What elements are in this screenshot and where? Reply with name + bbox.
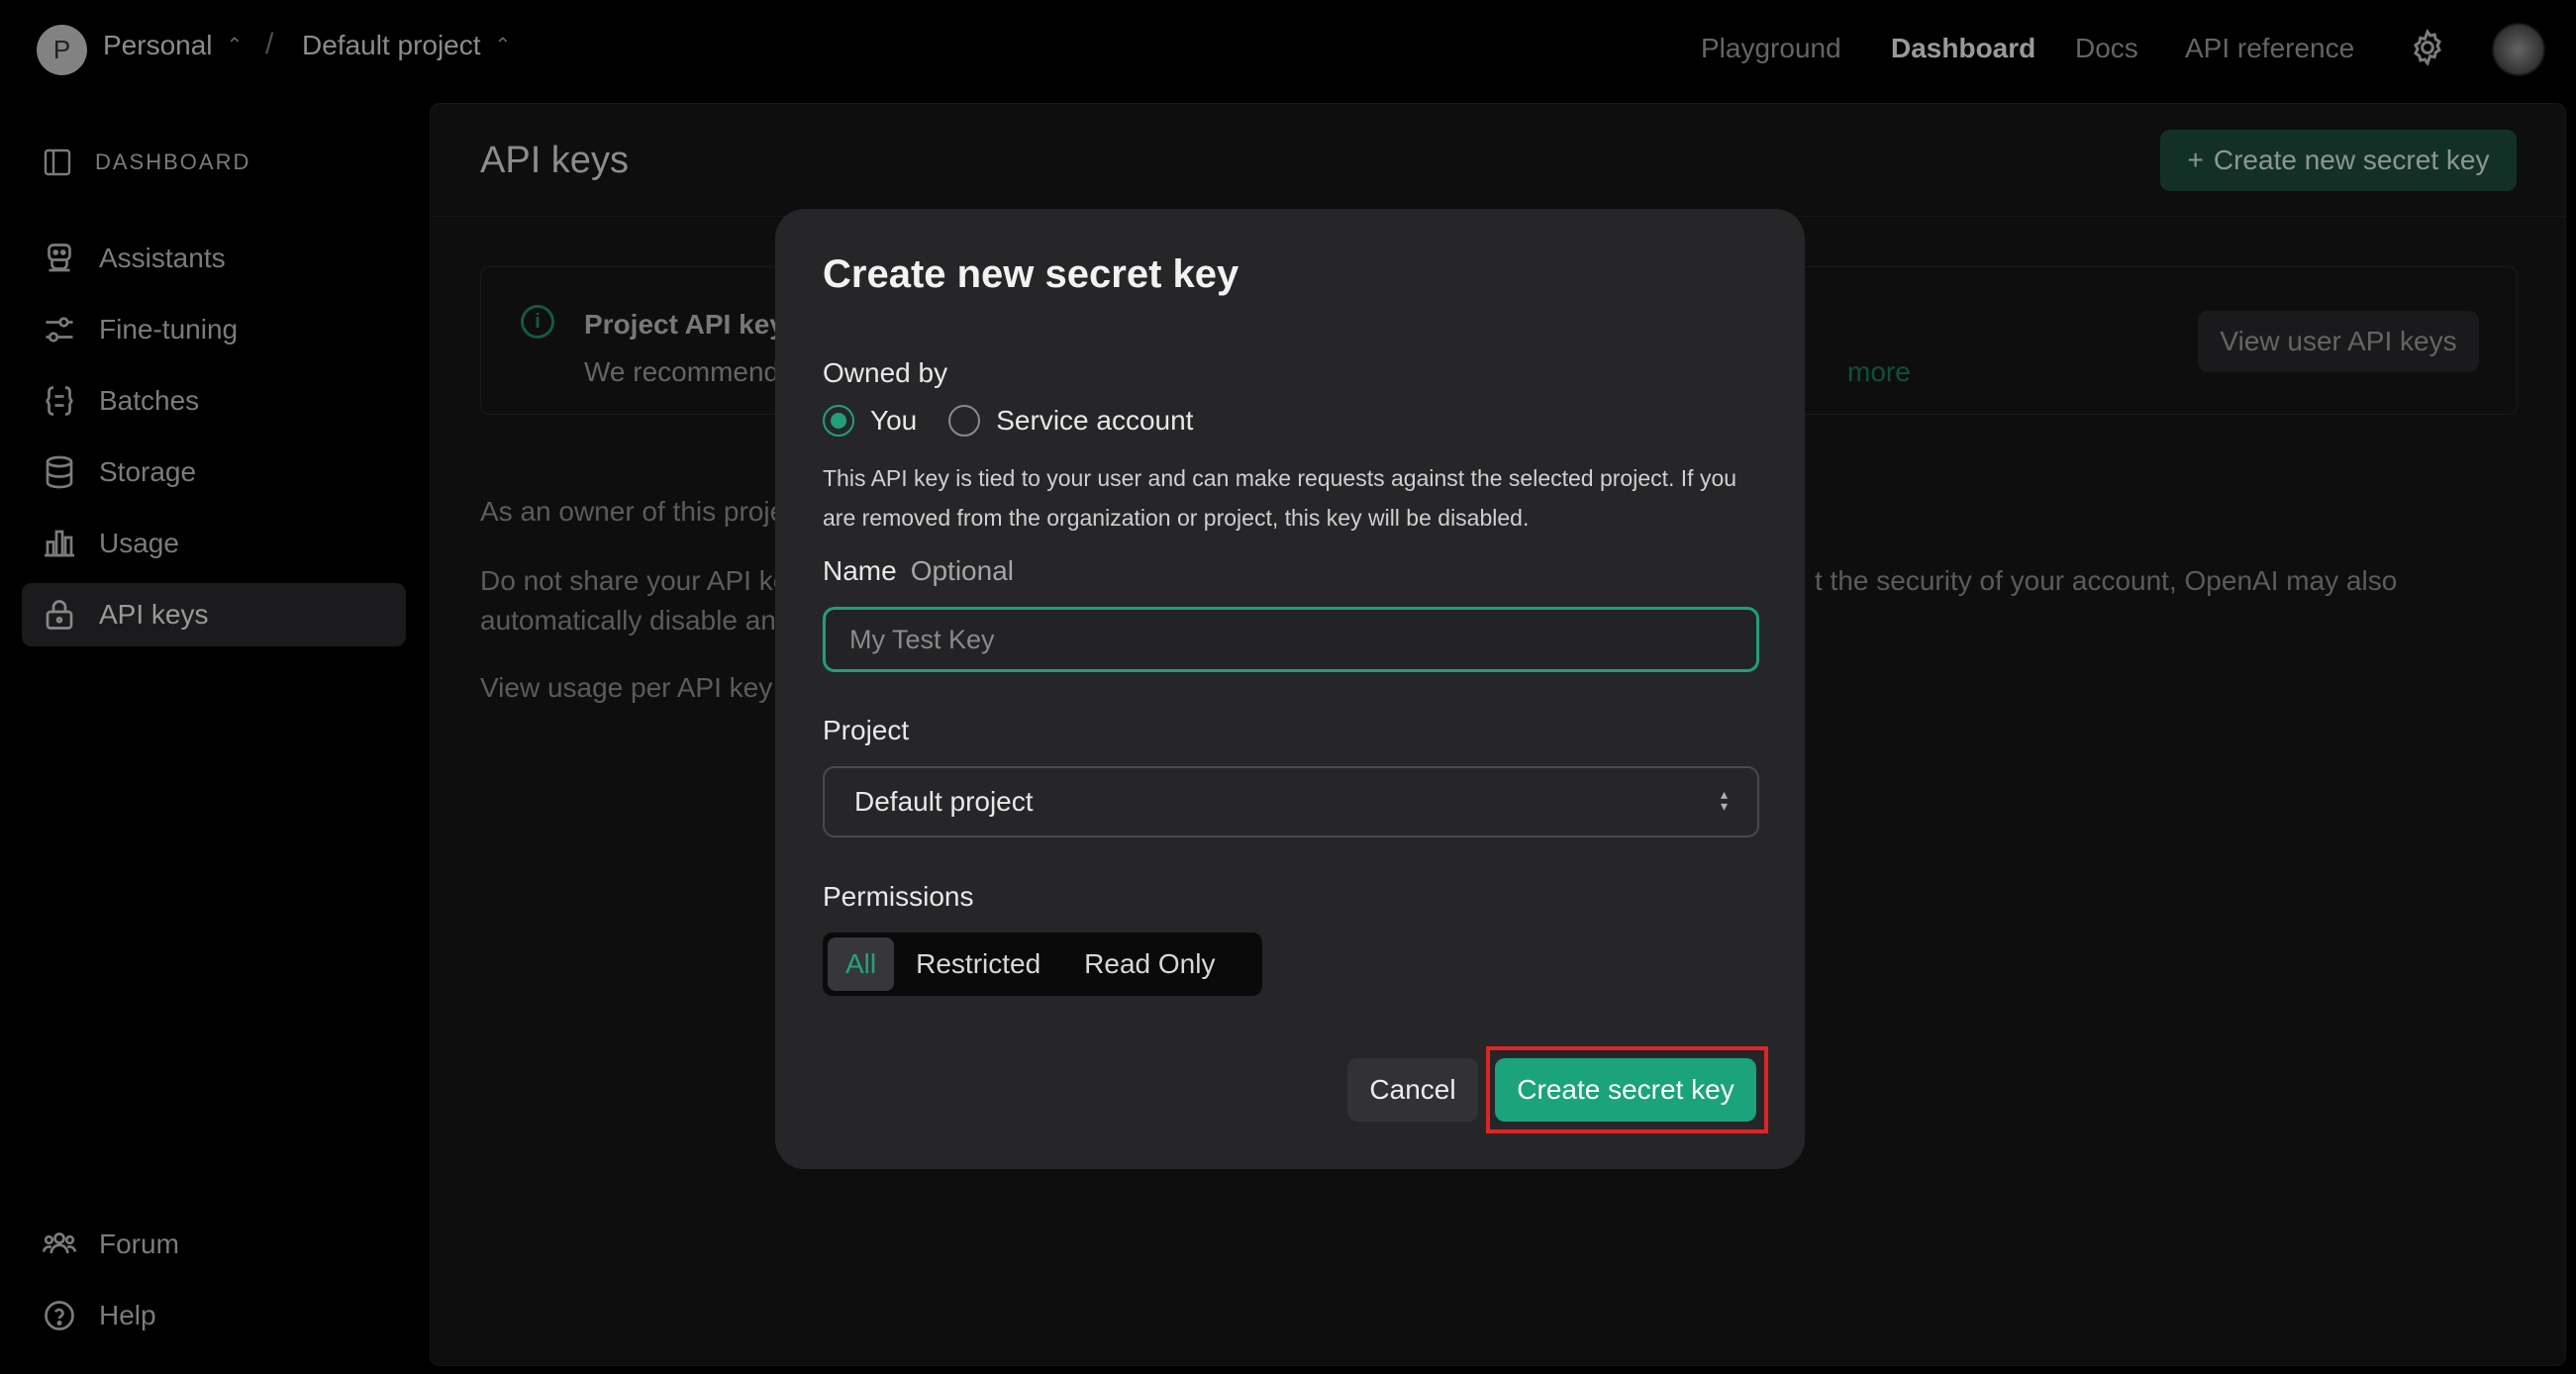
- radio-you[interactable]: [823, 405, 854, 437]
- permission-read-only[interactable]: Read Only: [1062, 937, 1237, 991]
- cancel-button[interactable]: Cancel: [1347, 1058, 1478, 1122]
- owned-by-label: Owned by: [823, 357, 948, 388]
- permissions-segmented-control: All Restricted Read Only: [823, 932, 1262, 996]
- create-secret-key-button[interactable]: Create secret key: [1495, 1058, 1756, 1122]
- radio-service-account[interactable]: [948, 405, 981, 437]
- create-secret-key-dialog: Create new secret key Owned by You Servi…: [775, 209, 1805, 1169]
- project-label: Project: [823, 715, 910, 745]
- project-select[interactable]: Default project ▴ ▾: [823, 766, 1759, 837]
- project-select-value: Default project: [854, 786, 1034, 817]
- name-label: Name: [823, 555, 897, 586]
- radio-you-label[interactable]: You: [870, 405, 917, 437]
- owner-description: This API key is tied to your user and ca…: [823, 465, 1737, 531]
- permissions-label: Permissions: [823, 881, 974, 912]
- permission-all[interactable]: All: [828, 937, 895, 991]
- chevron-updown-icon: ▴ ▾: [1720, 786, 1728, 814]
- owner-radio-group: You Service account: [823, 405, 1193, 437]
- key-name-input[interactable]: [823, 607, 1759, 672]
- name-label-row: Name Optional: [823, 555, 1014, 587]
- dialog-title: Create new secret key: [823, 252, 1239, 296]
- optional-label: Optional: [910, 555, 1014, 586]
- permission-restricted[interactable]: Restricted: [894, 937, 1062, 991]
- radio-service-account-label[interactable]: Service account: [996, 405, 1193, 437]
